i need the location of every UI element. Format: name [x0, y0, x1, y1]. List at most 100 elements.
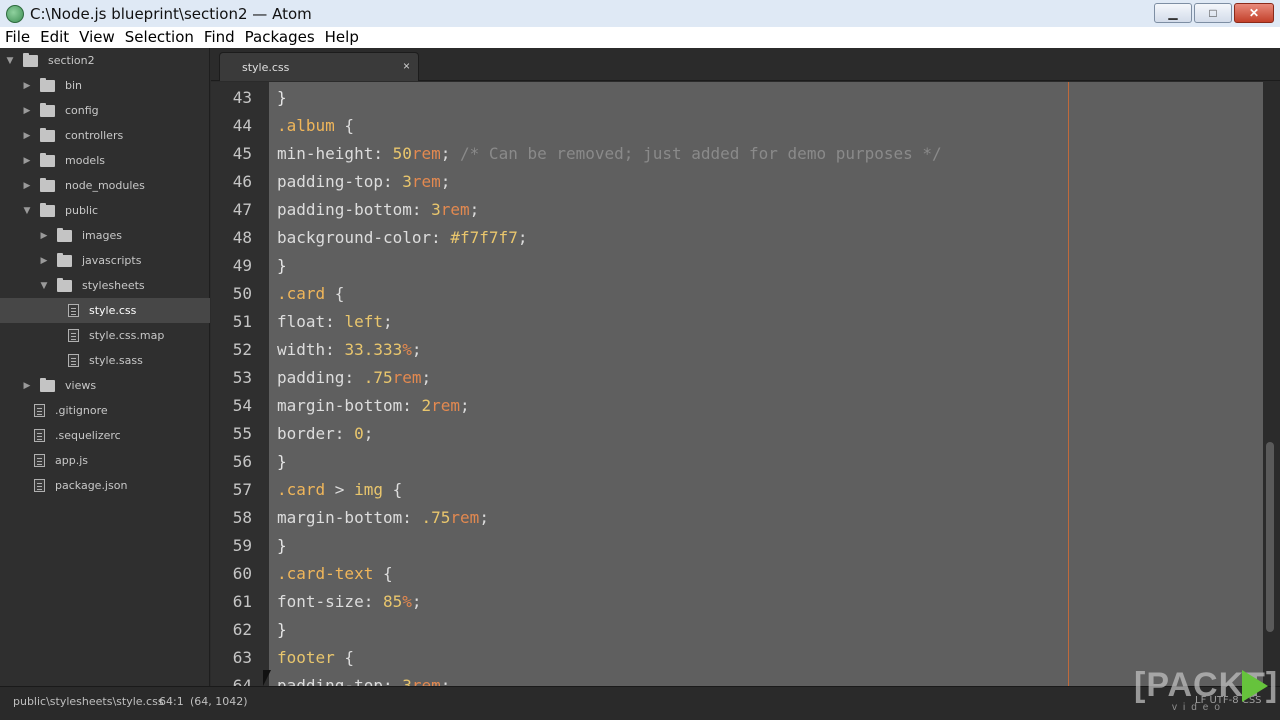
- menu-packages[interactable]: Packages: [240, 27, 320, 48]
- tree-item-javascripts[interactable]: ▶ javascripts: [0, 248, 210, 273]
- code-line[interactable]: float: left;: [277, 308, 393, 336]
- code-token: .card: [277, 284, 326, 303]
- code-token: padding-top: [277, 676, 383, 686]
- chevron-right-icon[interactable]: ▶: [22, 106, 32, 116]
- chevron-right-icon[interactable]: ▶: [22, 381, 32, 391]
- code-line[interactable]: }: [277, 616, 287, 644]
- code-line[interactable]: padding: .75rem;: [277, 364, 431, 392]
- title-bar: C:\Node.js blueprint\section2 — Atom ▁ □…: [0, 0, 1280, 27]
- code-token: margin-bottom: [277, 508, 403, 527]
- code-token: rem: [431, 396, 461, 415]
- tree-item-sequelizerc[interactable]: .sequelizerc: [0, 423, 210, 448]
- tree-item-style-css-map[interactable]: style.css.map: [0, 323, 210, 348]
- line-number: 61: [232, 592, 252, 611]
- tree-item-app-js[interactable]: app.js: [0, 448, 210, 473]
- code-line[interactable]: .album {: [277, 112, 354, 140]
- editor-scrollbar[interactable]: [1263, 82, 1280, 686]
- status-file-path[interactable]: public\stylesheets\style.css: [13, 695, 164, 708]
- line-number: 53: [232, 368, 252, 387]
- chevron-right-icon[interactable]: ▶: [39, 231, 49, 241]
- chevron-down-icon[interactable]: ▼: [39, 281, 49, 291]
- tree-item-label: package.json: [55, 479, 128, 492]
- code-line[interactable]: footer {: [277, 644, 354, 672]
- minimize-icon: ▁: [1168, 6, 1178, 20]
- status-cursor-position[interactable]: 64:1: [159, 695, 184, 708]
- menu-view[interactable]: View: [74, 27, 120, 48]
- code-token: min-height: [277, 144, 374, 163]
- tree-item-public[interactable]: ▼ public: [0, 198, 210, 223]
- code-token: :: [411, 200, 432, 219]
- scrollbar-thumb[interactable]: [1266, 442, 1274, 632]
- code-line[interactable]: padding-top: 3rem;: [277, 168, 450, 196]
- line-number-gutter: 43 44 45 46 47 48 49 50 51 52 53 54 55 56 57 58 59 60 61 62…: [211, 82, 269, 686]
- code-line[interactable]: min-height: 50rem; /* Can be removed; ju…: [277, 140, 942, 168]
- code-line[interactable]: .card > img {: [277, 476, 402, 504]
- code-line[interactable]: }: [277, 448, 287, 476]
- tree-item-controllers[interactable]: ▶ controllers: [0, 123, 210, 148]
- code-line[interactable]: .card {: [277, 280, 344, 308]
- tree-item-bin[interactable]: ▶ bin: [0, 73, 210, 98]
- tree-item-stylesheets[interactable]: ▼ stylesheets: [0, 273, 210, 298]
- tree-item-package-json[interactable]: package.json: [0, 473, 210, 498]
- code-token: background-color: [277, 228, 432, 247]
- menu-help[interactable]: Help: [320, 27, 364, 48]
- code-token: rem: [450, 508, 480, 527]
- code-token: rem: [392, 368, 422, 387]
- chevron-right-icon[interactable]: ▶: [22, 131, 32, 141]
- code-line[interactable]: background-color: #f7f7f7;: [277, 224, 527, 252]
- tree-item-style-sass[interactable]: style.sass: [0, 348, 210, 373]
- code-token: :: [431, 228, 451, 247]
- code-line[interactable]: margin-bottom: 2rem;: [277, 392, 470, 420]
- code-token: margin-bottom: [277, 396, 403, 415]
- chevron-down-icon[interactable]: ▼: [5, 56, 15, 66]
- code-line[interactable]: }: [277, 84, 287, 112]
- code-line[interactable]: padding-bottom: 3rem;: [277, 196, 479, 224]
- code-line[interactable]: }: [277, 532, 287, 560]
- tree-item-views[interactable]: ▶ views: [0, 373, 210, 398]
- tree-item-label: app.js: [55, 454, 88, 467]
- code-token: padding-bottom: [277, 200, 412, 219]
- tree-item-style-css[interactable]: style.css: [0, 298, 210, 323]
- line-number: 62: [232, 620, 252, 639]
- code-token: >: [325, 480, 355, 499]
- code-token: ;: [440, 144, 461, 163]
- menu-file[interactable]: File: [0, 27, 35, 48]
- code-line[interactable]: width: 33.333%;: [277, 336, 422, 364]
- maximize-button[interactable]: □: [1194, 3, 1232, 23]
- tree-item-node-modules[interactable]: ▶ node_modules: [0, 173, 210, 198]
- status-bar: public\stylesheets\style.css 64:1 (64, 1…: [0, 686, 1280, 720]
- tree-item-label: section2: [48, 54, 95, 67]
- code-token: %: [402, 592, 412, 611]
- chevron-right-icon[interactable]: ▶: [22, 181, 32, 191]
- chevron-right-icon[interactable]: ▶: [22, 156, 32, 166]
- tree-item-gitignore[interactable]: .gitignore: [0, 398, 210, 423]
- close-button[interactable]: ✕: [1234, 3, 1274, 23]
- code-line[interactable]: font-size: 85%;: [277, 588, 422, 616]
- menu-edit[interactable]: Edit: [35, 27, 74, 48]
- code-token: float: [277, 312, 326, 331]
- menu-selection[interactable]: Selection: [120, 27, 199, 48]
- code-line[interactable]: border: 0;: [277, 420, 373, 448]
- tree-item-images[interactable]: ▶ images: [0, 223, 210, 248]
- chevron-right-icon[interactable]: ▶: [22, 81, 32, 91]
- tree-item-section2[interactable]: ▼ section2: [0, 48, 210, 73]
- chevron-right-icon[interactable]: ▶: [39, 256, 49, 266]
- minimize-button[interactable]: ▁: [1154, 3, 1192, 23]
- window-title: C:\Node.js blueprint\section2 — Atom: [30, 4, 312, 23]
- code-token: :: [382, 676, 403, 686]
- tree-item-models[interactable]: ▶ models: [0, 148, 210, 173]
- chevron-down-icon[interactable]: ▼: [22, 206, 32, 216]
- code-editor[interactable]: 43 44 45 46 47 48 49 50 51 52 53 54 55 56 57 58 59 60 61 62…: [211, 82, 1263, 686]
- code-line[interactable]: padding-top: 3rem;: [277, 672, 450, 686]
- code-token: 3: [402, 676, 412, 686]
- tree-item-label: style.css.map: [89, 329, 165, 342]
- code-line[interactable]: .card-text {: [277, 560, 393, 588]
- tab-style-css[interactable]: style.css ×: [219, 52, 419, 81]
- file-icon: [34, 479, 45, 492]
- tab-close-icon[interactable]: ×: [403, 59, 410, 73]
- code-line[interactable]: }: [277, 252, 287, 280]
- code-line[interactable]: margin-bottom: .75rem;: [277, 504, 489, 532]
- menu-find[interactable]: Find: [199, 27, 240, 48]
- tree-item-label: images: [82, 229, 122, 242]
- tree-item-config[interactable]: ▶ config: [0, 98, 210, 123]
